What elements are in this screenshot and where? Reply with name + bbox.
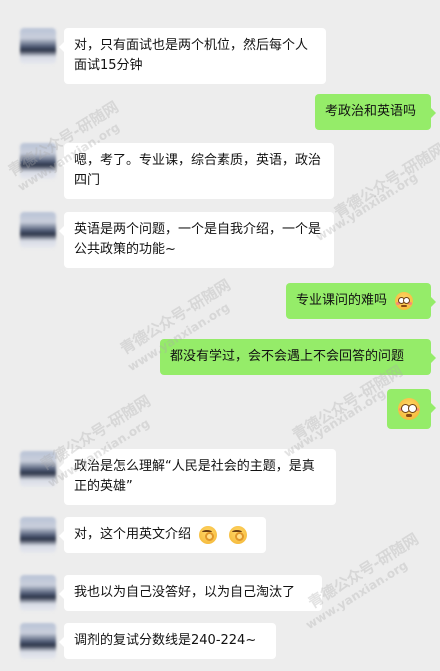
message-bubble-incoming[interactable]: 对，这个用英文介绍 [59, 517, 266, 553]
message-row: 嗯，考了。专业课，综合素质，英语，政治四门 [0, 143, 440, 201]
message-text: 都没有学过，会不会遇上不会回答的问题 [170, 349, 405, 364]
message-bubble-outgoing[interactable] [387, 389, 436, 429]
message-text: 考政治和英语吗 [325, 104, 417, 119]
avatar[interactable] [20, 143, 56, 179]
message-bubble-outgoing[interactable]: 都没有学过，会不会遇上不会回答的问题 [160, 339, 436, 375]
message-bubble-outgoing[interactable]: 专业课问的难吗 [286, 283, 436, 319]
ok-hand-face-icon [199, 525, 218, 544]
avatar[interactable] [20, 28, 56, 64]
message-text: 对，只有面试也是两个机位，然后每个人面试15分钟 [74, 38, 309, 73]
message-text: 英语是两个问题，一个是自我介绍，一个是公共政策的功能~ [74, 222, 322, 257]
message-text: 专业课问的难吗 [296, 293, 388, 308]
message-row: 调剂的复试分数线是240-224~ [0, 623, 440, 663]
message-bubble-incoming[interactable]: 对，只有面试也是两个机位，然后每个人面试15分钟 [59, 28, 326, 84]
message-row: 专业课问的难吗 [0, 283, 440, 323]
avatar[interactable] [20, 623, 56, 659]
avatar[interactable] [20, 575, 56, 611]
message-row: 对，只有面试也是两个机位，然后每个人面试15分钟 [0, 22, 440, 84]
flushed-face-icon [395, 291, 414, 310]
message-row: 对，这个用英文介绍 [0, 517, 440, 561]
message-text: 对，这个用英文介绍 [74, 527, 192, 542]
message-bubble-incoming[interactable]: 嗯，考了。专业课，综合素质，英语，政治四门 [59, 143, 334, 199]
avatar[interactable] [20, 212, 56, 248]
message-row [0, 389, 440, 433]
message-row: 都没有学过，会不会遇上不会回答的问题 [0, 339, 440, 379]
flushed-face-icon [398, 398, 420, 420]
chat-area: 对，只有面试也是两个机位，然后每个人面试15分钟 考政治和英语吗 嗯，考了。专业… [0, 0, 440, 671]
message-bubble-incoming[interactable]: 英语是两个问题，一个是自我介绍，一个是公共政策的功能~ [59, 212, 334, 268]
message-bubble-outgoing[interactable]: 考政治和英语吗 [315, 94, 436, 130]
message-text: 嗯，考了。专业课，综合素质，英语，政治四门 [74, 153, 322, 188]
message-row: 英语是两个问题，一个是自我介绍，一个是公共政策的功能~ [0, 212, 440, 270]
avatar[interactable] [20, 517, 56, 553]
message-row: 政治是怎么理解“人民是社会的主题，是真正的英雄” [0, 447, 440, 505]
message-row: 考政治和英语吗 [0, 94, 440, 134]
message-text: 调剂的复试分数线是240-224~ [74, 633, 257, 648]
message-bubble-incoming[interactable]: 我也以为自己没答好，以为自己淘汰了 [59, 575, 322, 611]
message-text: 政治是怎么理解“人民是社会的主题，是真正的英雄” [74, 459, 315, 494]
ok-hand-face-icon [229, 525, 248, 544]
message-text: 我也以为自己没答好，以为自己淘汰了 [74, 585, 296, 600]
message-bubble-incoming[interactable]: 政治是怎么理解“人民是社会的主题，是真正的英雄” [59, 449, 336, 505]
message-row: 我也以为自己没答好，以为自己淘汰了 [0, 575, 440, 615]
message-bubble-incoming[interactable]: 调剂的复试分数线是240-224~ [59, 623, 276, 659]
avatar[interactable] [20, 451, 56, 487]
